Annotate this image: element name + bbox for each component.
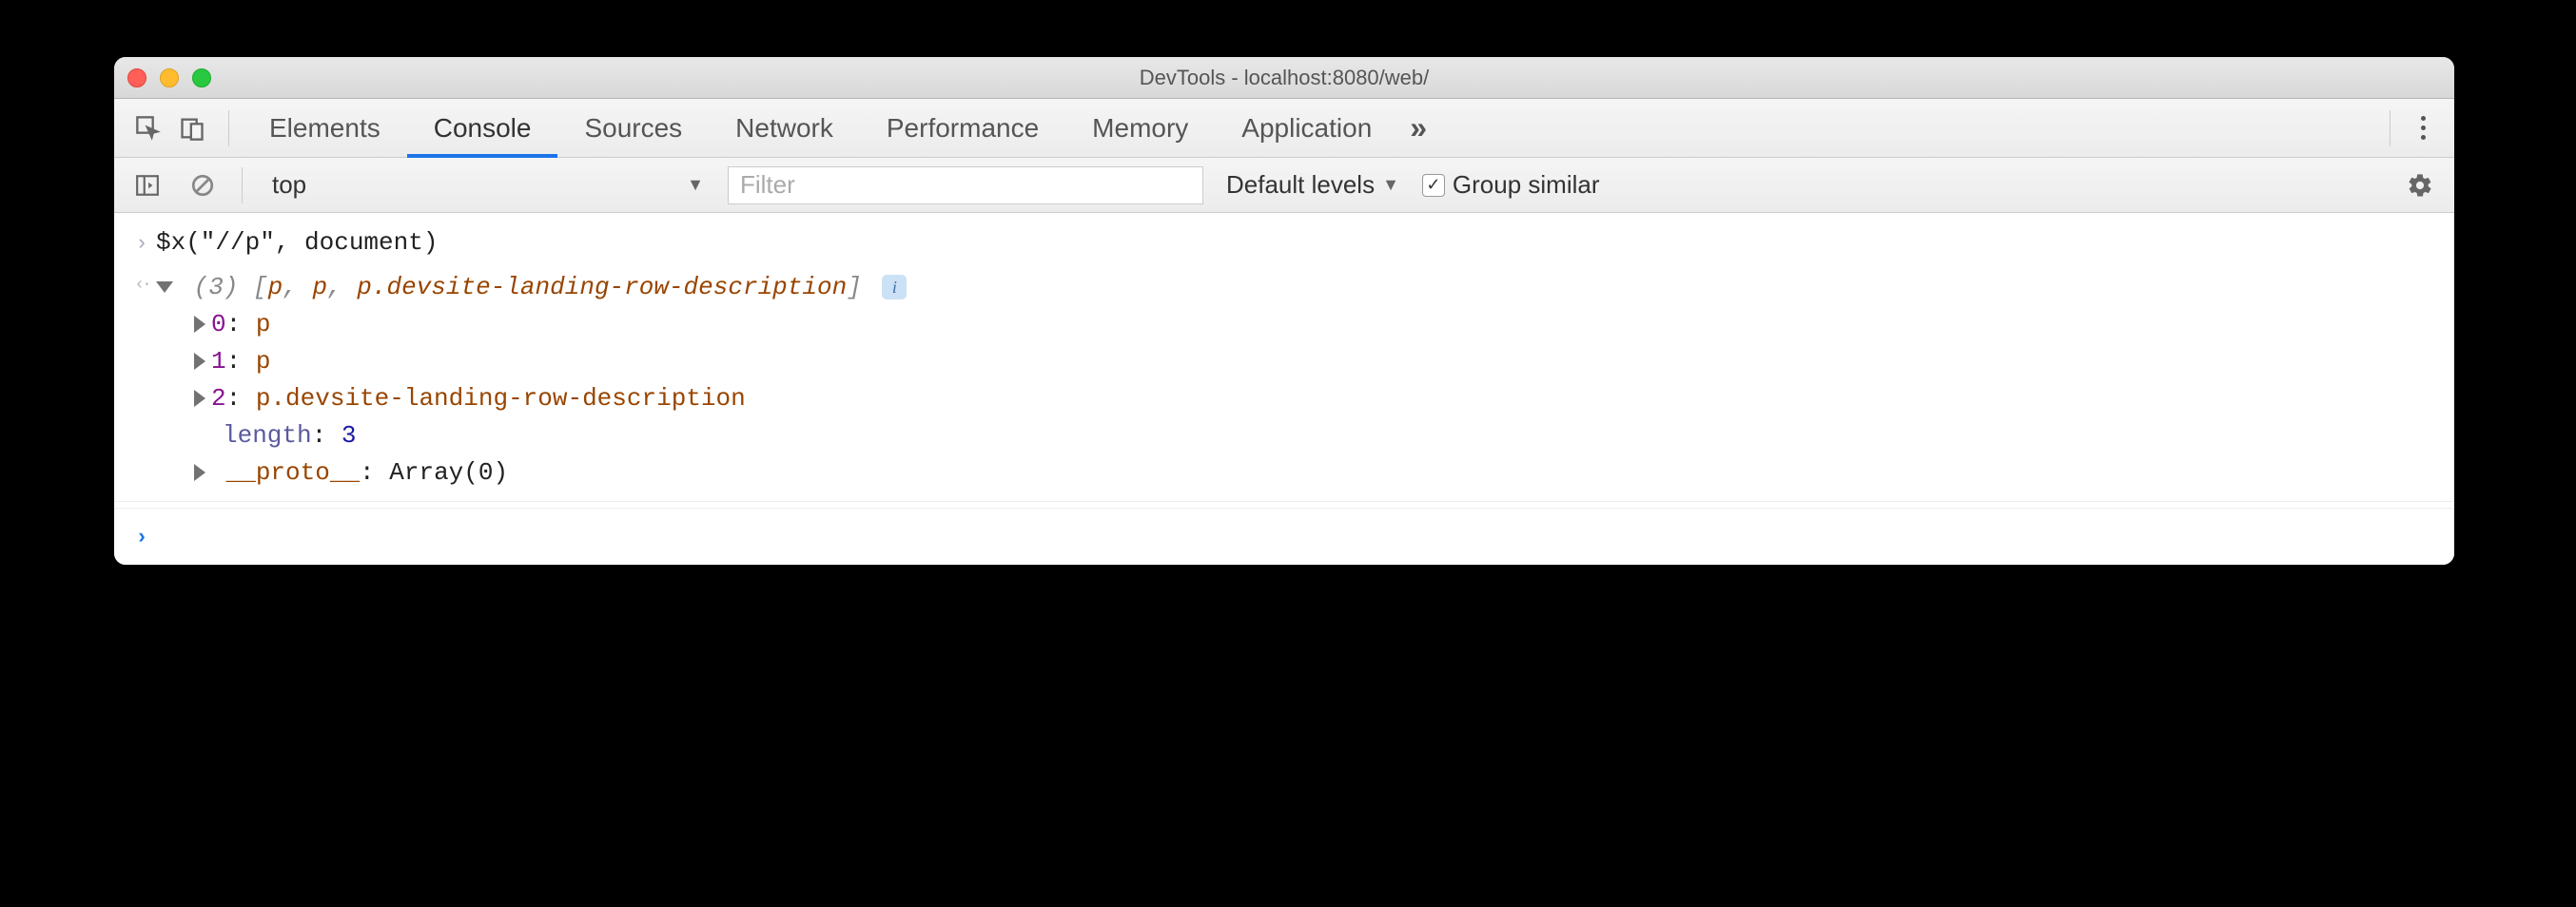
- device-toggle-icon[interactable]: [179, 115, 205, 142]
- item-value: p: [256, 310, 271, 338]
- tab-sources[interactable]: Sources: [557, 99, 709, 158]
- array-item-row[interactable]: 1: p: [194, 343, 2441, 380]
- console-output: $x("//p", document) (3) [p, p, p.devsite…: [114, 213, 2454, 565]
- tab-application[interactable]: Application: [1215, 99, 1398, 158]
- context-label: top: [272, 170, 306, 200]
- input-code: $x("//p", document): [156, 224, 2441, 261]
- bracket: ]: [847, 273, 862, 301]
- proto-row[interactable]: __proto__: Array(0): [156, 454, 2441, 492]
- titlebar: DevTools - localhost:8080/web/: [114, 57, 2454, 99]
- devtools-window: DevTools - localhost:8080/web/ ElementsC…: [114, 57, 2454, 565]
- bracket: [: [253, 273, 268, 301]
- expand-triangle-icon[interactable]: [194, 316, 205, 333]
- array-summary[interactable]: (3) [p, p, p.devsite-landing-row-descrip…: [156, 269, 2441, 306]
- info-icon[interactable]: i: [882, 275, 907, 299]
- tab-elements[interactable]: Elements: [243, 99, 407, 158]
- array-count: (3): [194, 273, 239, 301]
- summary-item[interactable]: p: [312, 273, 327, 301]
- tab-memory[interactable]: Memory: [1065, 99, 1215, 158]
- console-prompt[interactable]: [114, 508, 2454, 557]
- tab-console[interactable]: Console: [407, 99, 558, 158]
- summary-items: p, p, p.devsite-landing-row-description: [268, 273, 848, 301]
- group-similar-label: Group similar: [1453, 170, 1600, 200]
- length-value: 3: [342, 421, 357, 450]
- console-input-row: $x("//p", document): [114, 221, 2454, 265]
- collapse-triangle-icon[interactable]: [156, 281, 173, 293]
- chevron-down-icon: ▼: [687, 175, 704, 195]
- expand-triangle-icon[interactable]: [194, 390, 205, 407]
- console-result-row: (3) [p, p, p.devsite-landing-row-descrip…: [114, 265, 2454, 502]
- proto-value: Array(0): [389, 458, 508, 487]
- item-value: p: [256, 347, 271, 376]
- expand-triangle-icon[interactable]: [194, 464, 205, 481]
- array-item-row[interactable]: 0: p: [194, 306, 2441, 343]
- tab-performance[interactable]: Performance: [860, 99, 1065, 158]
- console-settings-icon[interactable]: [2397, 172, 2443, 199]
- tab-network[interactable]: Network: [709, 99, 860, 158]
- summary-item[interactable]: p: [268, 273, 283, 301]
- clear-console-icon[interactable]: [181, 173, 224, 198]
- minimize-window-button[interactable]: [160, 68, 179, 87]
- array-item-row[interactable]: 2: p.devsite-landing-row-description: [194, 380, 2441, 417]
- item-index: 2: [211, 384, 226, 413]
- toggle-sidebar-icon[interactable]: [126, 173, 169, 198]
- chevron-down-icon: ▼: [1382, 175, 1399, 195]
- item-index: 1: [211, 347, 226, 376]
- tab-bar: ElementsConsoleSourcesNetworkPerformance…: [114, 99, 2454, 158]
- close-window-button[interactable]: [127, 68, 146, 87]
- length-label: length: [223, 421, 312, 450]
- more-options-icon[interactable]: [2404, 116, 2443, 140]
- inspect-element-icon[interactable]: [135, 115, 162, 142]
- log-levels-select[interactable]: Default levels ▼: [1215, 170, 1411, 200]
- traffic-lights: [127, 68, 211, 87]
- item-value: p.devsite-landing-row-description: [256, 384, 746, 413]
- checkbox-icon: ✓: [1422, 174, 1445, 197]
- more-tabs-icon[interactable]: »: [1398, 110, 1438, 145]
- output-gutter-icon: [127, 269, 156, 299]
- console-toolbar: top ▼ Default levels ▼ ✓ Group similar: [114, 158, 2454, 213]
- proto-label: __proto__: [226, 458, 360, 487]
- tabs: ElementsConsoleSourcesNetworkPerformance…: [243, 99, 1398, 158]
- levels-label: Default levels: [1226, 170, 1375, 200]
- window-title: DevTools - localhost:8080/web/: [1140, 66, 1430, 90]
- length-row: length: 3: [156, 417, 2441, 454]
- expanded-items: 0: p1: p2: p.devsite-landing-row-descrip…: [156, 306, 2441, 417]
- context-select[interactable]: top ▼: [260, 164, 716, 206]
- item-index: 0: [211, 310, 226, 338]
- filter-input[interactable]: [728, 166, 1203, 204]
- expand-triangle-icon[interactable]: [194, 353, 205, 370]
- input-gutter-icon: [127, 224, 156, 260]
- group-similar-checkbox[interactable]: ✓ Group similar: [1422, 170, 1600, 200]
- maximize-window-button[interactable]: [192, 68, 211, 87]
- prompt-gutter-icon: [127, 518, 156, 553]
- summary-item[interactable]: p.devsite-landing-row-description: [357, 273, 847, 301]
